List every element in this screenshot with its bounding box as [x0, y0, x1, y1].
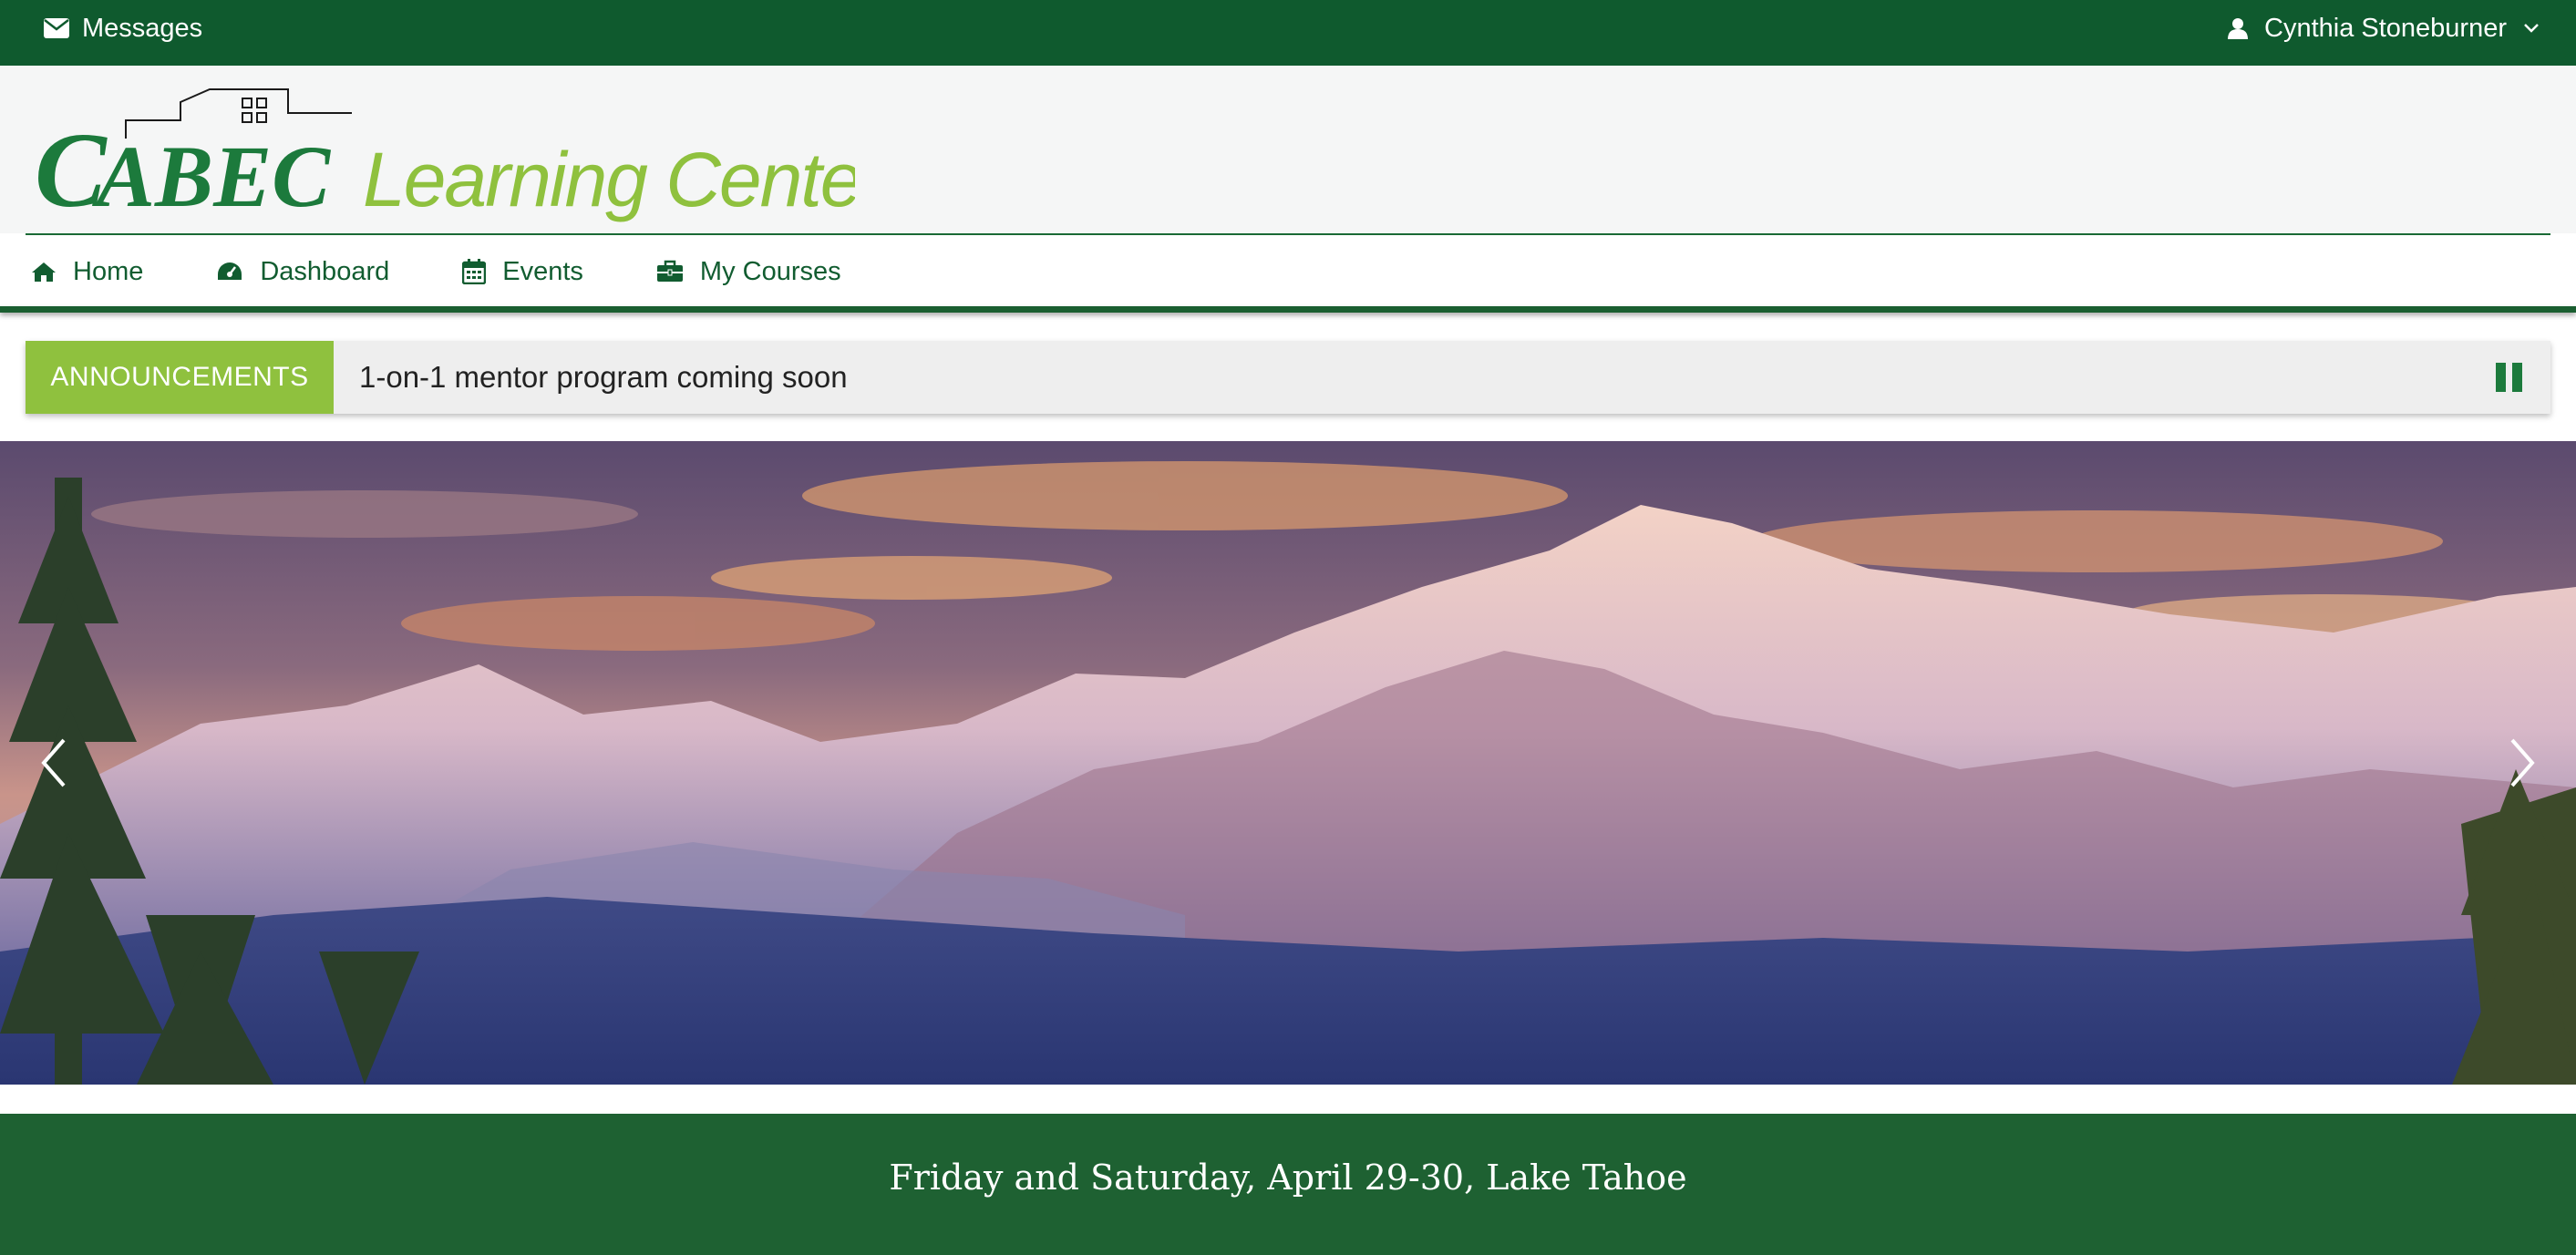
nav-label-events: Events: [502, 256, 583, 286]
user-name: Cynthia Stoneburner: [2264, 13, 2507, 43]
chevron-down-icon: [2524, 24, 2539, 33]
pause-icon[interactable]: [2496, 363, 2523, 392]
mountain-landscape-image: [0, 441, 2576, 1085]
nav-label-home: Home: [73, 256, 144, 286]
messages-link[interactable]: Messages: [44, 0, 202, 57]
calendar-icon: [462, 259, 487, 284]
logo-brand-rest: ABEC: [92, 128, 331, 222]
event-caption: Friday and Saturday, April 29-30, Lake T…: [889, 1157, 1687, 1198]
user-icon: [2228, 18, 2248, 39]
messages-label: Messages: [82, 13, 203, 43]
nav-item-events[interactable]: Events: [462, 257, 583, 287]
nav-item-dashboard[interactable]: Dashboard: [216, 257, 389, 287]
main-nav: Home Dashboard Events My Courses: [0, 235, 2576, 308]
dashboard-icon: [218, 262, 242, 280]
envelope-icon: [44, 18, 69, 38]
nav-label-dashboard: Dashboard: [260, 256, 390, 286]
event-caption-band: Friday and Saturday, April 29-30, Lake T…: [0, 1114, 2576, 1255]
slider-next-arrow-icon[interactable]: [2494, 731, 2549, 795]
briefcase-icon: [656, 260, 683, 282]
top-bar: Messages Cynthia Stoneburner: [0, 0, 2576, 66]
announcements-ticker: ANNOUNCEMENTS 1-on-1 mentor program comi…: [26, 341, 2550, 414]
nav-label-my-courses: My Courses: [699, 256, 841, 286]
nav-bottom-border: [0, 306, 2576, 313]
nav-item-my-courses[interactable]: My Courses: [656, 257, 841, 287]
logo-tagline: Learning Center: [363, 137, 855, 222]
slider-prev-arrow-icon[interactable]: [27, 731, 82, 795]
hero-slider: [0, 441, 2576, 1085]
announcements-label: ANNOUNCEMENTS: [26, 341, 334, 414]
user-menu[interactable]: Cynthia Stoneburner: [2228, 0, 2540, 57]
site-header: C ABEC Learning Center: [0, 66, 2576, 233]
nav-item-home[interactable]: Home: [31, 257, 143, 287]
logo[interactable]: C ABEC Learning Center: [35, 86, 855, 222]
home-icon: [32, 262, 56, 282]
announcement-text[interactable]: 1-on-1 mentor program coming soon: [359, 341, 848, 414]
